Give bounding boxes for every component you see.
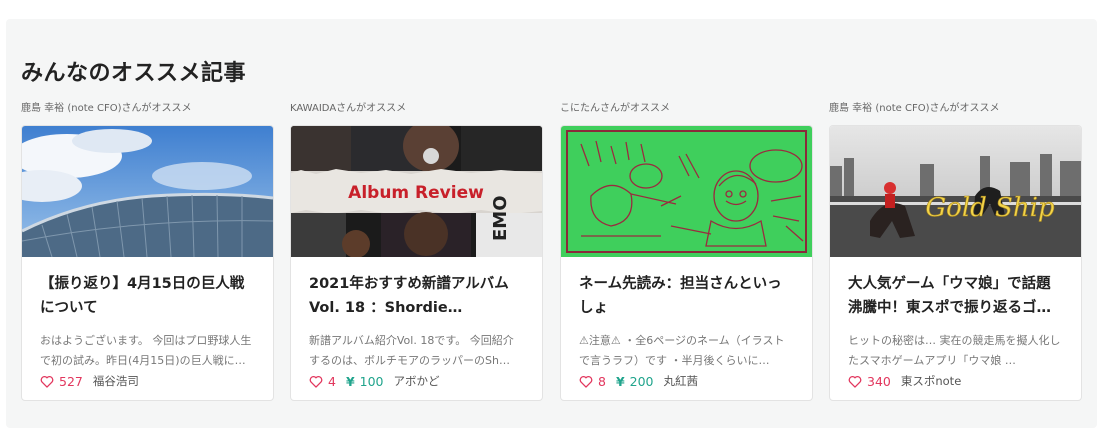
article-meta: 340 東スポnote (848, 372, 961, 390)
article-excerpt: ヒットの秘密は… 実在の競走馬を擬人化したスマホゲームアプリ「ウマ娘 … (848, 334, 1061, 367)
section-title: みんなのオススメ記事 (21, 61, 247, 86)
card-column-4: 鹿島 幸裕 (note CFO)さんがオススメ Gold Ship 大人気ゲーム… (829, 101, 1082, 401)
heart-icon[interactable] (40, 375, 54, 388)
author-name[interactable]: アボかど (394, 373, 440, 389)
gold-ship-text: Gold Ship (925, 193, 1055, 223)
article-title[interactable]: 2021年おすすめ新譜アルバム Vol. 18 ：Shordie Shordie… (309, 272, 524, 320)
article-meta: 4 ¥ 100 アボかど (309, 372, 440, 390)
article-title[interactable]: ネーム先読み：担当さんといっしょ (579, 272, 794, 320)
recommender-label[interactable]: 鹿島 幸裕 (note CFO)さんがオススメ (829, 101, 1082, 117)
like-count: 8 (598, 373, 606, 389)
recommender-label[interactable]: KAWAIDAさんがオススメ (290, 101, 543, 117)
yen-icon: ¥ (345, 373, 355, 389)
article-title[interactable]: 大人気ゲーム「ウマ娘」で話題沸騰中！東スポで振り返るゴ… (848, 272, 1063, 320)
card-column-2: KAWAIDAさんがオススメ EMO Album Review 2021年おすす… (290, 101, 543, 401)
author-name[interactable]: 福谷浩司 (93, 373, 139, 389)
article-excerpt: 新譜アルバム紹介Vol. 18です。 今回紹介するのは、ボルチモアのラッパーのS… (309, 334, 514, 367)
heart-icon[interactable] (848, 375, 862, 388)
recommender-label[interactable]: こにたんさんがオススメ (560, 101, 813, 117)
like-count: 340 (867, 373, 891, 389)
like-count: 4 (328, 373, 336, 389)
article-card[interactable]: 【振り返り】4月15日の巨人戦について おはようございます。 今回はプロ野球人生… (21, 125, 274, 401)
article-thumbnail[interactable] (561, 126, 812, 257)
svg-text:EMO: EMO (490, 195, 511, 241)
article-excerpt: ⚠注意⚠ ・全6ページのネーム（イラストで言うラフ）です ・半月後くらいに… (579, 334, 785, 367)
heart-icon[interactable] (309, 375, 323, 388)
price: 100 (359, 373, 384, 389)
article-meta: 8 ¥ 200 丸紅茜 (579, 372, 698, 390)
article-card[interactable]: Gold Ship 大人気ゲーム「ウマ娘」で話題沸騰中！東スポで振り返るゴ… ヒ… (829, 125, 1082, 401)
price: 200 (629, 373, 654, 389)
like-count: 527 (59, 373, 83, 389)
card-column-1: 鹿島 幸裕 (note CFO)さんがオススメ 【振り返り】4月15日の巨人戦に… (21, 101, 274, 401)
heart-icon[interactable] (579, 375, 593, 388)
article-thumbnail[interactable] (22, 126, 273, 257)
article-card[interactable]: EMO Album Review 2021年おすすめ新譜アルバム Vol. 18… (290, 125, 543, 401)
article-meta: 527 福谷浩司 (40, 372, 139, 390)
author-name[interactable]: 東スポnote (901, 373, 961, 389)
article-excerpt: おはようございます。 今回はプロ野球人生で初の試み。昨日(4月15日)の巨人戦に… (40, 334, 252, 367)
recommender-label[interactable]: 鹿島 幸裕 (note CFO)さんがオススメ (21, 101, 274, 117)
card-column-3: こにたんさんがオススメ ネーム先読み：担当さんといっしょ ⚠注意⚠ ・全6ページ… (560, 101, 813, 401)
album-review-text: Album Review (348, 183, 484, 203)
article-thumbnail[interactable]: EMO Album Review (291, 126, 542, 257)
article-title[interactable]: 【振り返り】4月15日の巨人戦について (40, 272, 255, 320)
author-name[interactable]: 丸紅茜 (664, 373, 699, 389)
article-card[interactable]: ネーム先読み：担当さんといっしょ ⚠注意⚠ ・全6ページのネーム（イラストで言う… (560, 125, 813, 401)
yen-icon: ¥ (615, 373, 625, 389)
article-thumbnail[interactable]: Gold Ship (830, 126, 1081, 257)
